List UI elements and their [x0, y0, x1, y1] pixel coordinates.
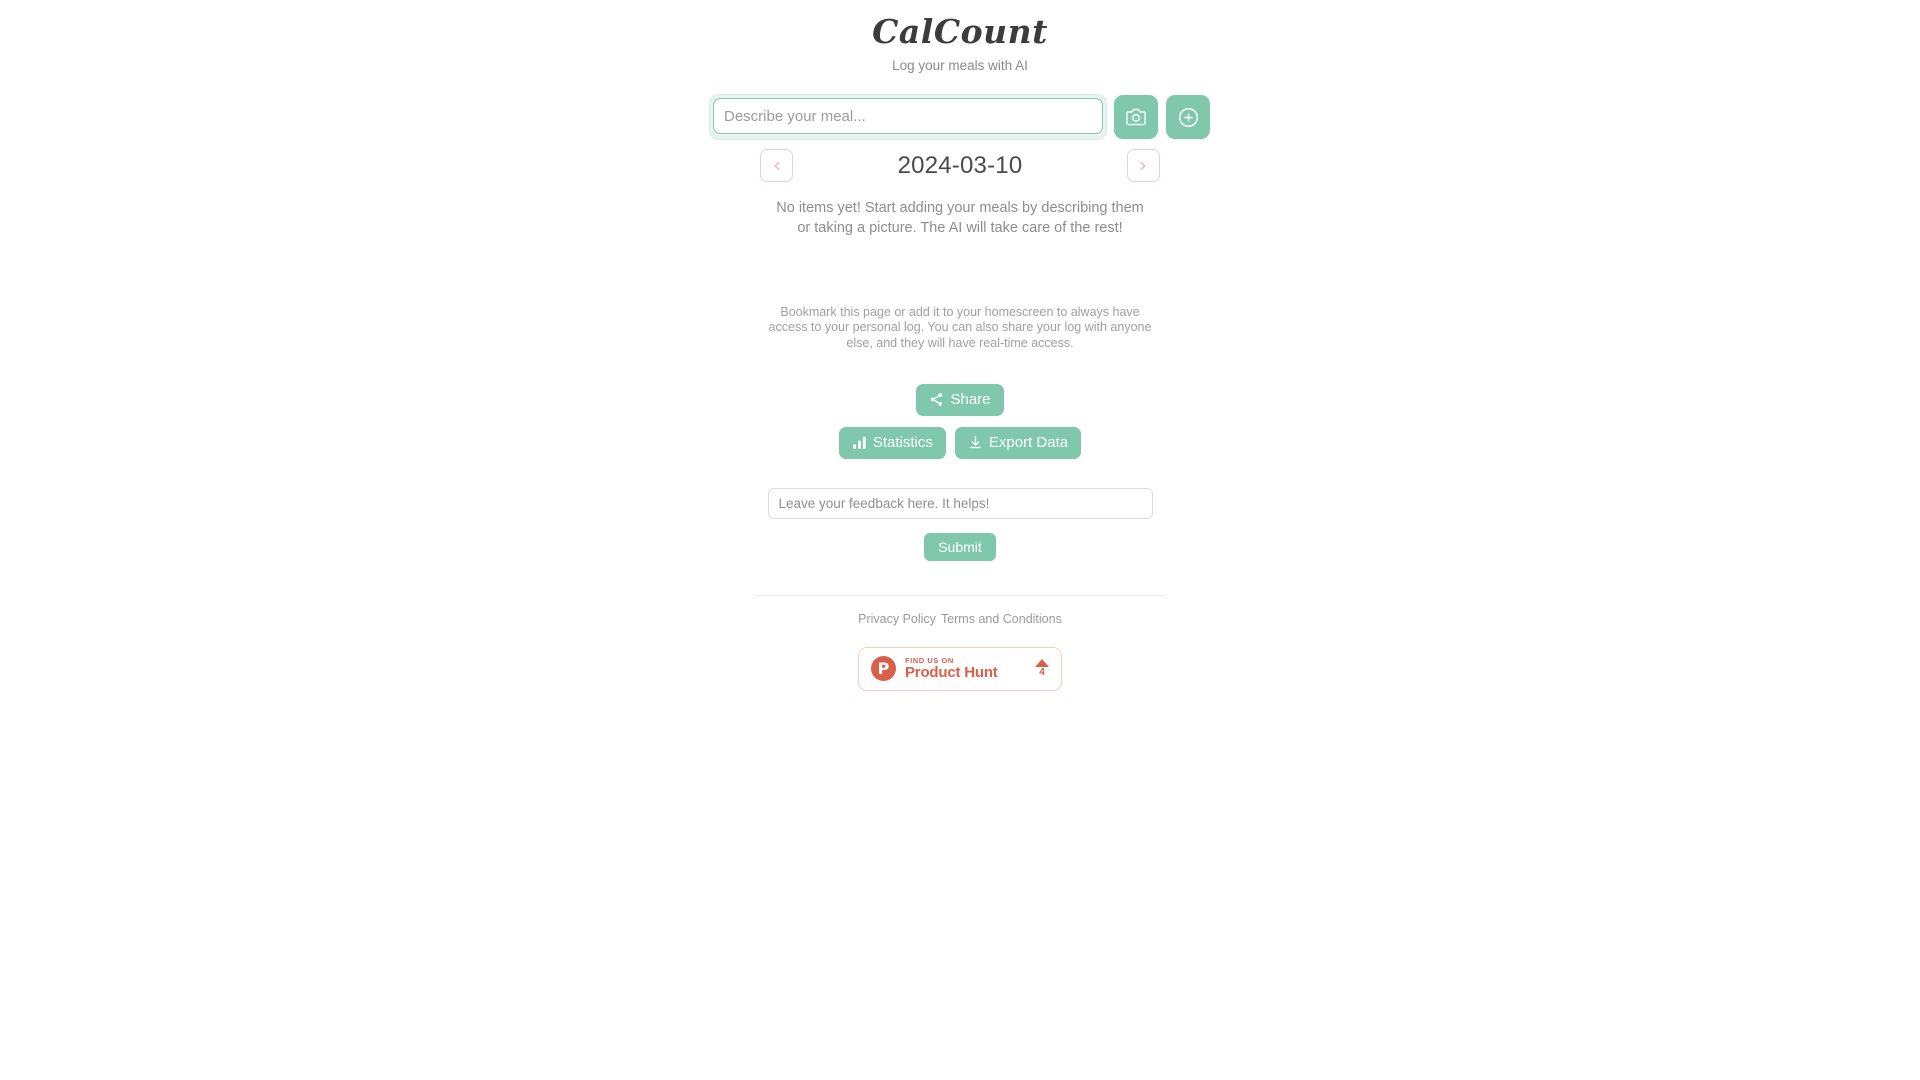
- bookmark-info-text: Bookmark this page or add it to your hom…: [768, 304, 1152, 350]
- feedback-input[interactable]: [767, 487, 1153, 519]
- statistics-button[interactable]: Statistics: [838, 426, 946, 459]
- current-date-label: 2024-03-10: [897, 151, 1023, 179]
- next-day-button[interactable]: [1126, 149, 1160, 182]
- share-row: Share: [916, 383, 1004, 416]
- share-button-label: Share: [950, 391, 991, 408]
- terms-conditions-link[interactable]: Terms and Conditions: [941, 611, 1062, 627]
- footer-divider: [754, 594, 1166, 596]
- product-hunt-kicker: FIND US ON: [905, 655, 954, 665]
- empty-state-message: No items yet! Start adding your meals by…: [776, 200, 1144, 236]
- privacy-policy-link[interactable]: Privacy Policy: [858, 611, 936, 627]
- plus-circle-icon: [1178, 107, 1199, 128]
- camera-icon: [1126, 107, 1146, 127]
- page-title: CalCount: [872, 12, 1048, 51]
- app-container: CalCount Log your meals with AI Describe…: [710, 0, 1210, 691]
- previous-day-button[interactable]: [760, 149, 793, 182]
- product-hunt-logo-icon: P: [871, 656, 896, 681]
- share-button[interactable]: Share: [916, 383, 1004, 416]
- upvote-triangle-icon: [1035, 659, 1049, 667]
- meal-input-wrapper: [710, 95, 1106, 139]
- export-data-button-label: Export Data: [988, 434, 1069, 451]
- submit-feedback-button[interactable]: Submit: [924, 532, 996, 561]
- submit-button-label: Submit: [938, 538, 982, 555]
- product-hunt-upvote-count: 4: [1039, 667, 1045, 678]
- camera-capture-button[interactable]: [1114, 95, 1158, 139]
- chevron-left-icon: [770, 159, 784, 173]
- app-page: CalCount Log your meals with AI Describe…: [0, 0, 1920, 1080]
- meal-entry-row: [710, 95, 1210, 139]
- product-hunt-text: FIND US ON Product Hunt: [905, 657, 1026, 681]
- chevron-right-icon: [1136, 159, 1150, 173]
- bar-chart-icon: [852, 435, 867, 450]
- meal-description-input[interactable]: [713, 98, 1103, 134]
- secondary-actions-row: Statistics Export Data: [838, 426, 1082, 459]
- export-data-button[interactable]: Export Data: [954, 426, 1082, 459]
- statistics-button-label: Statistics: [872, 434, 933, 451]
- download-icon: [968, 435, 983, 450]
- page-subtitle: Log your meals with AI: [892, 58, 1028, 73]
- footer-links: Privacy Policy Terms and Conditions: [858, 611, 1062, 627]
- product-hunt-badge[interactable]: P FIND US ON Product Hunt 4: [858, 646, 1062, 691]
- product-hunt-upvote[interactable]: 4: [1035, 659, 1049, 678]
- product-hunt-name: Product Hunt: [905, 664, 998, 682]
- date-navigation: 2024-03-10: [760, 149, 1160, 182]
- add-meal-button[interactable]: [1166, 95, 1210, 139]
- share-nodes-icon: [929, 392, 944, 407]
